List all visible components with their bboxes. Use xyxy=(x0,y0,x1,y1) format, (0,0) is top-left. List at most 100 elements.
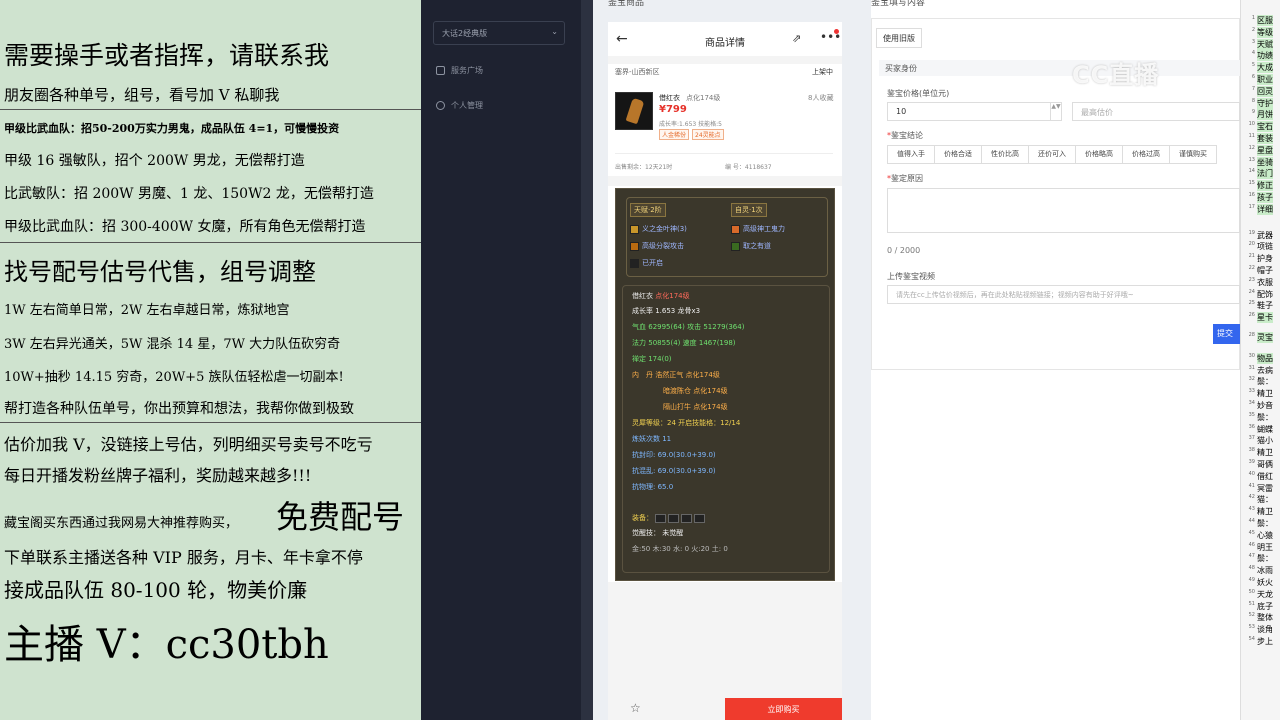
price-input[interactable]: 10 xyxy=(887,102,1062,121)
sheet-row[interactable]: 46 明王 xyxy=(1241,542,1280,553)
video-link-input[interactable]: 请先在cc上传估价视频后，再在此处粘贴视频链接；视频内容有助于好评哦~ xyxy=(887,285,1240,304)
conclusion-option[interactable]: 谨慎购买 xyxy=(1169,145,1217,164)
sheet-row[interactable]: 36 蝴蝶 xyxy=(1241,424,1280,435)
price-stepper[interactable]: ▲▼ xyxy=(1050,102,1061,121)
sheet-row[interactable]: 30 物品 xyxy=(1241,352,1280,364)
sheet-row[interactable]: 2 等级 xyxy=(1241,26,1280,38)
row-number: 19 xyxy=(1248,229,1255,236)
sheet-row[interactable]: 17 详细 xyxy=(1241,203,1280,215)
price: ¥799 xyxy=(659,104,687,115)
growth-line: 成长率 1.653 龙骨x3 xyxy=(632,307,701,315)
row-number: 33 xyxy=(1248,388,1255,395)
skill-item[interactable]: 高级神工鬼力 xyxy=(731,224,785,234)
sheet-row[interactable]: 1 区服 xyxy=(1241,15,1280,26)
sheet-row[interactable]: 15 修正 xyxy=(1241,180,1280,192)
sheet-row[interactable]: 48 冰雨 xyxy=(1241,565,1280,576)
sheet-row[interactable]: 44 鬃： xyxy=(1241,518,1280,529)
star-icon[interactable]: ☆ xyxy=(630,701,641,715)
sheet-row[interactable]: 50 天龙 xyxy=(1241,589,1280,600)
sheet-row[interactable]: 11 套装 xyxy=(1241,133,1280,144)
cell-text: 整体 xyxy=(1257,613,1273,623)
sheet-row[interactable]: 39 哥俩 xyxy=(1241,459,1280,470)
sheet-row[interactable]: 6 职业 xyxy=(1241,74,1280,85)
sheet-row[interactable]: 20 项链 xyxy=(1241,241,1280,252)
reason-textarea[interactable] xyxy=(887,188,1240,233)
sheet-row[interactable]: 8 守护 xyxy=(1241,97,1280,109)
chevron-down-icon: ⌄ xyxy=(551,27,558,36)
sheet-row[interactable]: 41 冥雷 xyxy=(1241,483,1280,494)
sheet-row[interactable]: 19 武器 xyxy=(1241,230,1280,241)
sidebar-item-service-square[interactable]: 服务广场 xyxy=(436,65,483,76)
sheet-row[interactable]: 16 孩子 xyxy=(1241,192,1280,203)
equip-slot[interactable] xyxy=(681,513,692,523)
row-number: 32 xyxy=(1248,376,1255,383)
conclusion-option[interactable]: 还价可入 xyxy=(1028,145,1076,164)
ding-line: 禅定 174(0) xyxy=(632,355,672,363)
sheet-row[interactable]: 28 灵宝 xyxy=(1241,332,1280,343)
equip-slot[interactable] xyxy=(655,513,666,523)
max-estimate-input[interactable]: 最高估价 xyxy=(1072,102,1240,121)
sheet-row[interactable]: 51 底子 xyxy=(1241,601,1280,612)
tab-legacy-version[interactable]: 使用旧版 xyxy=(876,28,922,48)
sheet-row[interactable]: 12 星盘 xyxy=(1241,144,1280,156)
skill-item[interactable]: 高级分裂攻击 xyxy=(630,241,684,251)
sheet-row[interactable]: 38 精卫 xyxy=(1241,447,1280,458)
cell-text: 去病 xyxy=(1257,365,1273,375)
sheet-row[interactable]: 21 护身 xyxy=(1241,253,1280,264)
conclusion-option[interactable]: 性价比高 xyxy=(981,145,1029,164)
row-number: 46 xyxy=(1248,541,1255,548)
sheet-row[interactable]: 49 妖火 xyxy=(1241,577,1280,588)
cell-text: 套装 xyxy=(1257,133,1273,144)
sheet-row[interactable]: 14 法门 xyxy=(1241,168,1280,180)
sheet-row[interactable]: 31 去病 xyxy=(1241,365,1280,376)
sheet-row[interactable]: 52 整体 xyxy=(1241,612,1280,623)
sheet-row[interactable]: 47 鬃： xyxy=(1241,553,1280,564)
sheet-row[interactable]: 9 月饼 xyxy=(1241,109,1280,121)
sheet-row[interactable]: 10 宝石 xyxy=(1241,121,1280,133)
conclusion-option[interactable]: 价格合适 xyxy=(934,145,982,164)
cell-text: 精卫 xyxy=(1257,448,1273,458)
sheet-row[interactable]: 33 精卫 xyxy=(1241,388,1280,399)
sheet-row[interactable]: 7 回灵 xyxy=(1241,85,1280,97)
equip-slot[interactable] xyxy=(668,513,679,523)
submit-button[interactable]: 提交 xyxy=(1213,324,1240,344)
sheet-row[interactable]: 37 猫小 xyxy=(1241,435,1280,446)
sheet-row[interactable]: 43 精卫 xyxy=(1241,506,1280,517)
sheet-row[interactable]: 24 配饰 xyxy=(1241,289,1280,300)
share-icon[interactable]: ⇗ xyxy=(792,32,801,45)
sheet-row[interactable]: 42 猫： xyxy=(1241,494,1280,505)
equip-slot[interactable] xyxy=(694,513,705,523)
conclusion-option[interactable]: 价格略高 xyxy=(1075,145,1123,164)
sheet-row[interactable]: 32 鬃： xyxy=(1241,376,1280,387)
notice-line: 1W 左右简单日常，2W 左右卓越日常，炼狱地宫 xyxy=(4,303,290,318)
conclusion-option[interactable]: 价格过高 xyxy=(1122,145,1170,164)
pet-thumbnail[interactable] xyxy=(615,92,653,130)
buy-now-button[interactable]: 立即购买 xyxy=(725,698,842,720)
sheet-row[interactable]: 25 鞋子 xyxy=(1241,300,1280,311)
sheet-row[interactable]: 26 星卡 xyxy=(1241,312,1280,324)
cell-text: 项链 xyxy=(1257,242,1273,252)
sheet-row[interactable]: 3 天赋 xyxy=(1241,38,1280,50)
sheet-row[interactable]: 45 心猿 xyxy=(1241,530,1280,541)
sheet-row[interactable]: 54 步上 xyxy=(1241,636,1280,647)
skill-item[interactable]: 义之金叶神(3) xyxy=(630,224,687,234)
sheet-row[interactable]: 34 妙音 xyxy=(1241,400,1280,411)
sheet-row[interactable]: 53 谈角 xyxy=(1241,624,1280,635)
sheet-row[interactable]: 4 功绩 xyxy=(1241,50,1280,62)
game-version-select[interactable]: 大话2经典版 ⌄ xyxy=(433,21,565,45)
cell-text: 守护 xyxy=(1257,97,1273,109)
sheet-row[interactable]: 40 借红 xyxy=(1241,471,1280,482)
sheet-row[interactable]: 13 坐骑 xyxy=(1241,156,1280,168)
sheet-row[interactable]: 23 衣服 xyxy=(1241,277,1280,288)
conclusion-option[interactable]: 值得入手 xyxy=(887,145,935,164)
row-number: 37 xyxy=(1248,435,1255,442)
product-name: 借红衣 点化174级 xyxy=(659,93,720,103)
row-number: 34 xyxy=(1248,400,1255,406)
sheet-row[interactable]: 22 帽子 xyxy=(1241,265,1280,276)
skill-item[interactable]: 已开启 xyxy=(630,258,663,268)
skill-item[interactable]: 取之有道 xyxy=(731,241,771,251)
sheet-row[interactable]: 5 大成 xyxy=(1241,62,1280,74)
sidebar-item-personal[interactable]: 个人管理 xyxy=(436,100,483,111)
notice-line: 10W+抽秒 14.15 穷奇，20W+5 族队伍轻松虐一切副本! xyxy=(4,370,344,385)
sheet-row[interactable]: 35 鬃： xyxy=(1241,412,1280,423)
